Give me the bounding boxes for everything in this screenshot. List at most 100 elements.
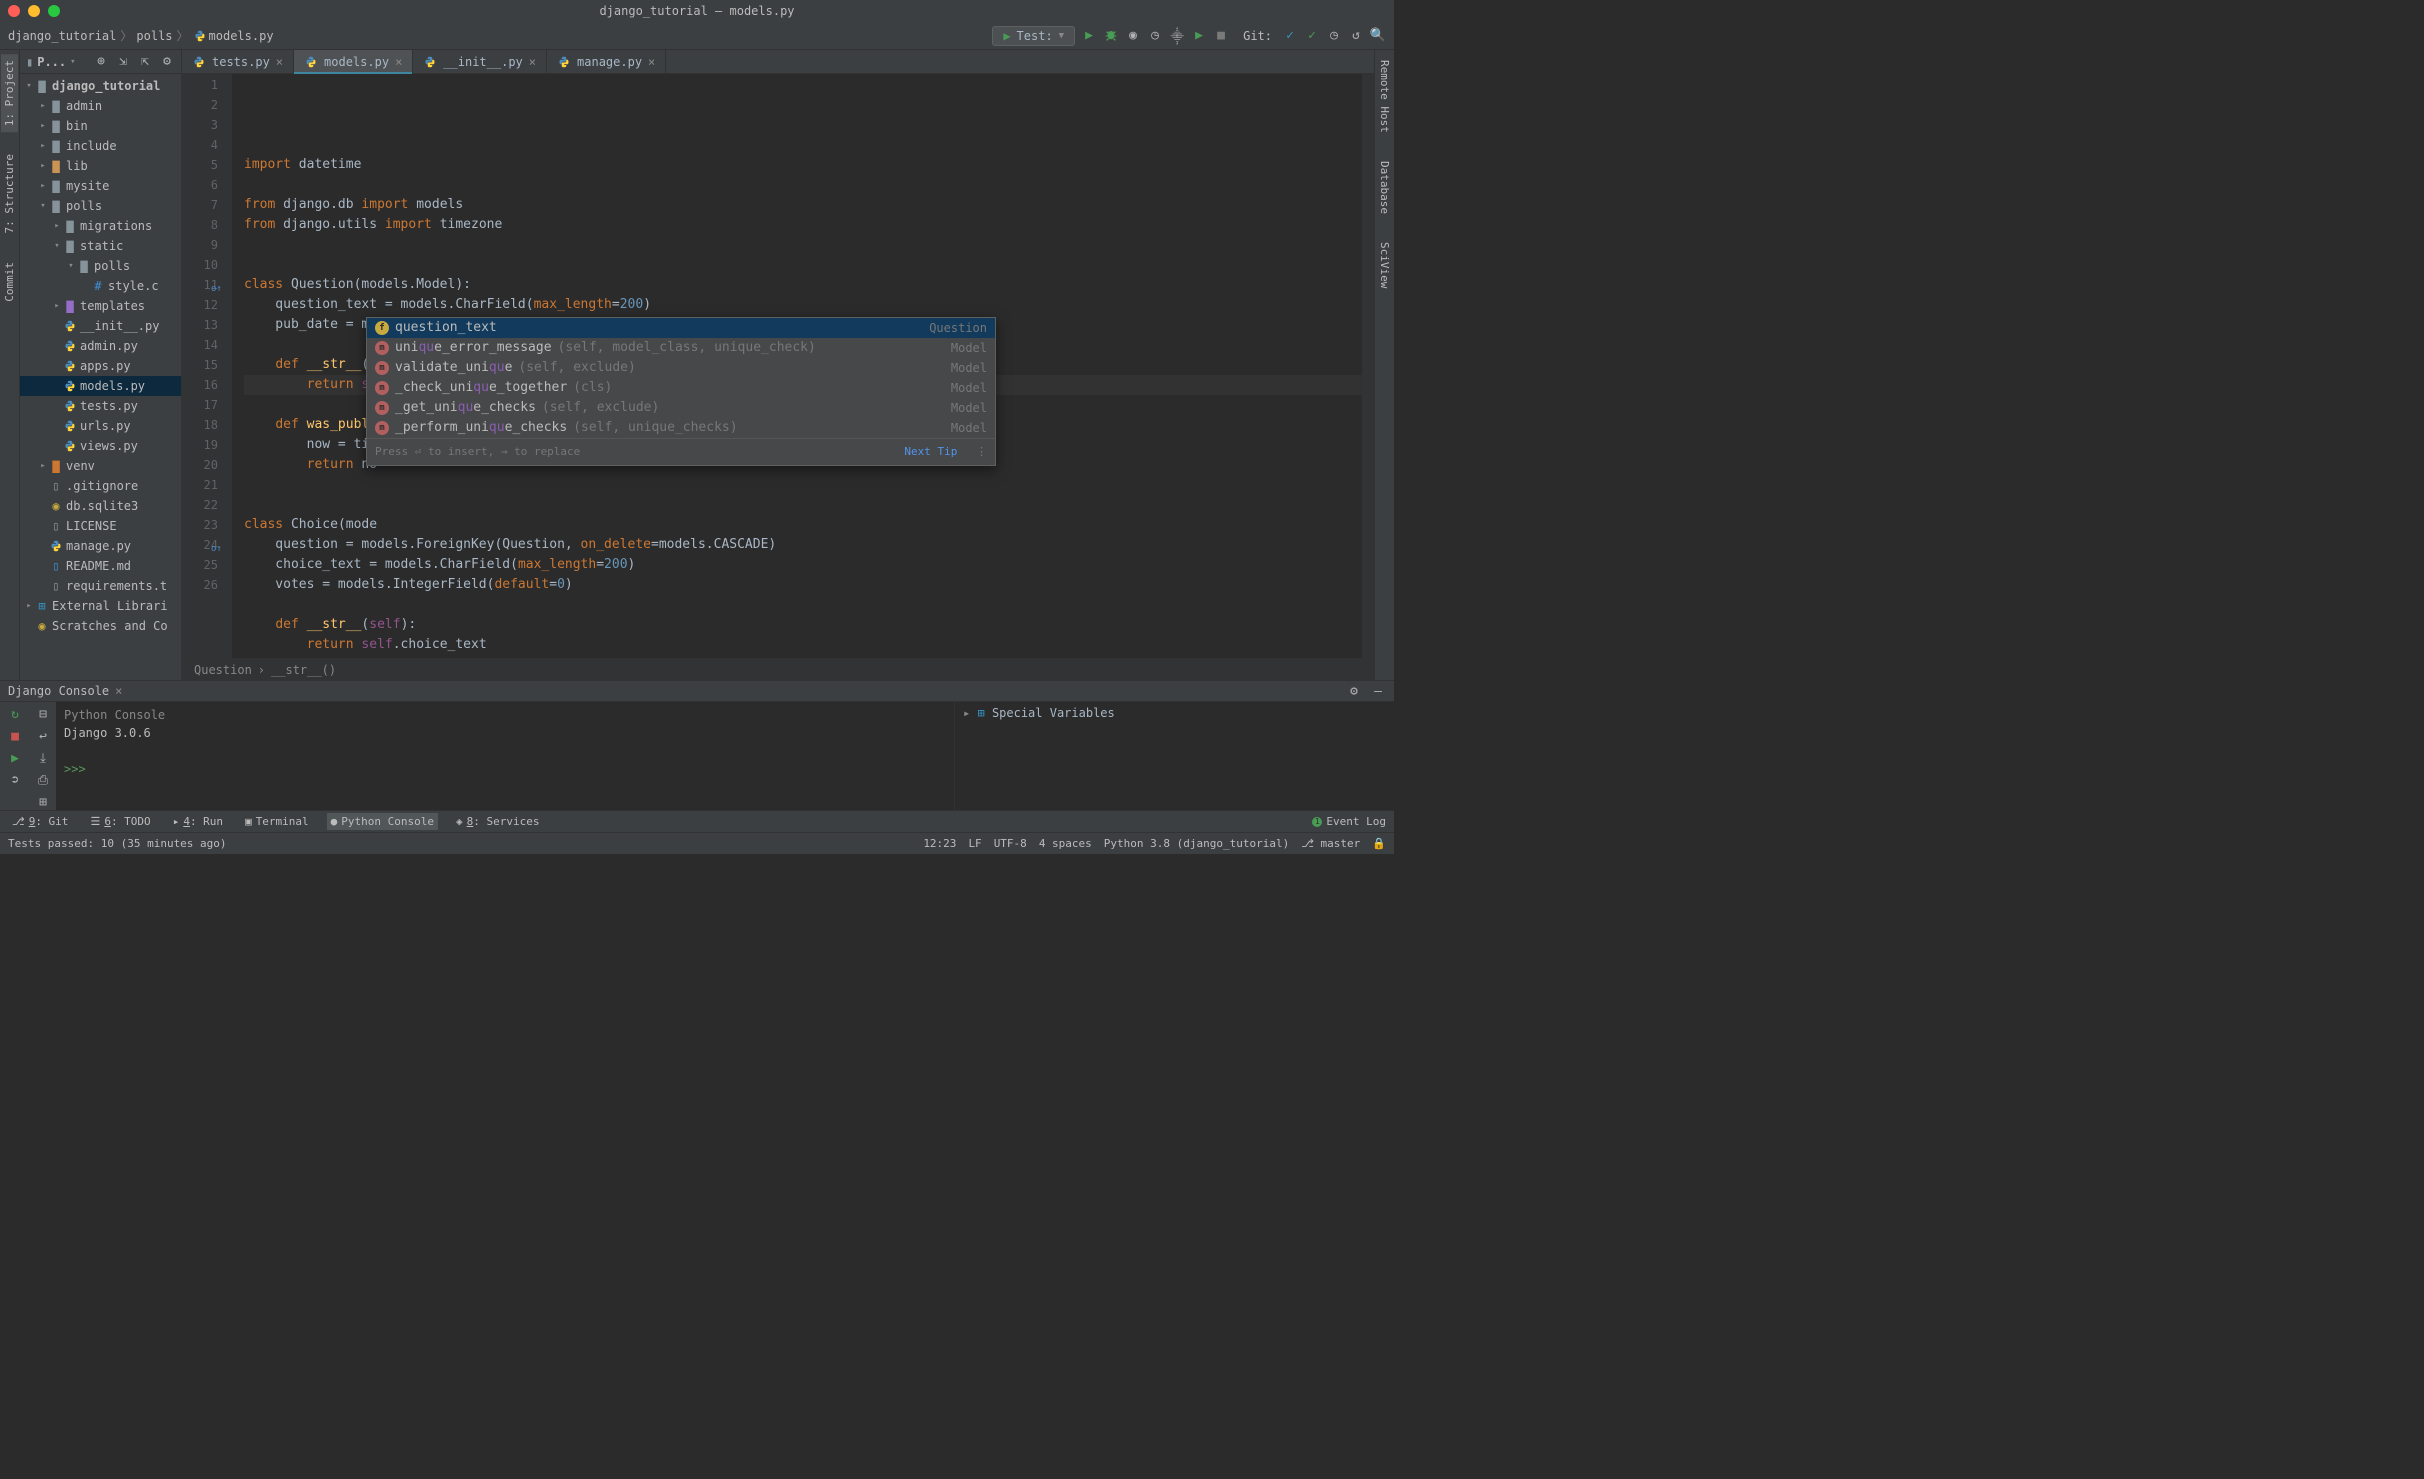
settings-gear-icon[interactable]: ⚙ xyxy=(159,54,175,70)
target-icon[interactable]: ⊕ xyxy=(93,54,109,70)
nav-breadcrumbs[interactable]: django_tutorial 〉 polls 〉 models.py xyxy=(8,27,274,44)
tree-node[interactable]: ◉Scratches and Co xyxy=(20,616,181,636)
caret-position[interactable]: 12:23 xyxy=(923,837,956,850)
indent-setting[interactable]: 4 spaces xyxy=(1039,837,1092,850)
completion-item[interactable]: mvalidate_unique(self, exclude)Model xyxy=(367,358,995,378)
lock-icon[interactable]: 🔒 xyxy=(1372,837,1386,850)
tree-node[interactable]: admin.py xyxy=(20,336,181,356)
stop-console-button[interactable]: ■ xyxy=(7,728,23,744)
tree-node[interactable]: ▯.gitignore xyxy=(20,476,181,496)
tree-node[interactable]: ▸⊞External Librari xyxy=(20,596,181,616)
editor-breadcrumb-method[interactable]: __str__() xyxy=(271,663,336,677)
search-everywhere-button[interactable]: 🔍 xyxy=(1370,28,1386,44)
breadcrumb-folder[interactable]: polls xyxy=(136,29,172,43)
tree-node[interactable]: ▸▇bin xyxy=(20,116,181,136)
code-line[interactable]: class Question(models.Model): xyxy=(244,275,1362,295)
code-line[interactable]: choice_text = models.CharField(max_lengt… xyxy=(244,555,1362,575)
gutter-line-number[interactable]: 10 xyxy=(182,255,218,275)
print-button[interactable]: ⎙ xyxy=(35,772,51,788)
chevron-right-icon[interactable]: ▸ xyxy=(38,161,48,171)
vcs-commit-button[interactable]: ✓ xyxy=(1304,28,1320,44)
console-tab-label[interactable]: Django Console xyxy=(8,684,109,698)
tree-node[interactable]: ▾▇polls xyxy=(20,256,181,276)
gutter-line-number[interactable]: 24o↑ xyxy=(182,535,218,555)
console-variables-pane[interactable]: ▸ ⊞ Special Variables xyxy=(954,702,1394,810)
chevron-right-icon[interactable]: ▸ xyxy=(38,121,48,131)
tree-node[interactable]: ▯requirements.t xyxy=(20,576,181,596)
show-vars-button[interactable]: ⊞ xyxy=(35,794,51,810)
gutter-line-number[interactable]: 6 xyxy=(182,175,218,195)
gutter-line-number[interactable]: 26 xyxy=(182,575,218,595)
completion-item[interactable]: fquestion_textQuestion xyxy=(367,318,995,338)
bottom-tool-tab[interactable]: ●Python Console xyxy=(327,813,438,830)
structure-tool-tab[interactable]: 7: Structure xyxy=(1,148,18,239)
concurrency-button[interactable]: ⸎ xyxy=(1169,28,1185,44)
code-line[interactable]: return self.choice_text xyxy=(244,635,1362,655)
code-line[interactable]: from django.db import models xyxy=(244,195,1362,215)
editor-scrollbar[interactable] xyxy=(1362,74,1374,658)
editor-tab[interactable]: __init__.py× xyxy=(413,50,547,73)
gutter-line-number[interactable]: 19 xyxy=(182,435,218,455)
database-tool-tab[interactable]: Database xyxy=(1376,155,1393,220)
completion-item[interactable]: m_get_unique_checks(self, exclude)Model xyxy=(367,398,995,418)
line-separator[interactable]: LF xyxy=(968,837,981,850)
run-button[interactable]: ▶ xyxy=(1081,28,1097,44)
chevron-right-icon[interactable]: ▸ xyxy=(38,141,48,151)
code-editor[interactable]: 1234567891011o↑1213141516171819202122232… xyxy=(182,74,1374,658)
bottom-tool-tab[interactable]: ☰6: TODO xyxy=(86,813,154,830)
gutter-line-number[interactable]: 12 xyxy=(182,295,218,315)
tree-node[interactable]: ▸▇lib xyxy=(20,156,181,176)
code-line[interactable] xyxy=(244,255,1362,275)
expand-icon[interactable]: ⇲ xyxy=(115,54,131,70)
vcs-history-button[interactable]: ◷ xyxy=(1326,28,1342,44)
special-variables-label[interactable]: Special Variables xyxy=(992,706,1115,720)
debug-button[interactable] xyxy=(1103,28,1119,44)
hide-panel-icon[interactable]: — xyxy=(1370,683,1386,699)
breadcrumb-root[interactable]: django_tutorial xyxy=(8,29,116,43)
code-line[interactable]: votes = models.IntegerField(default=0) xyxy=(244,575,1362,595)
chevron-down-icon[interactable]: ▾ xyxy=(52,241,62,251)
chevron-right-icon[interactable]: ▸ xyxy=(38,181,48,191)
new-console-button[interactable]: ⊟ xyxy=(35,706,51,722)
next-tip-link[interactable]: Next Tip xyxy=(904,445,957,458)
override-icon[interactable]: o↑ xyxy=(211,279,221,289)
minimize-window-button[interactable] xyxy=(28,5,40,17)
tree-node[interactable]: ▸▇migrations xyxy=(20,216,181,236)
gutter-line-number[interactable]: 14 xyxy=(182,335,218,355)
gutter-line-number[interactable]: 9 xyxy=(182,235,218,255)
more-icon[interactable]: ⋮ xyxy=(976,445,987,458)
maximize-window-button[interactable] xyxy=(48,5,60,17)
code-line[interactable]: def __str__(self): xyxy=(244,615,1362,635)
chevron-down-icon[interactable]: ▾ xyxy=(66,261,76,271)
editor-code-area[interactable]: import datetime from django.db import mod… xyxy=(232,74,1362,658)
tree-node[interactable]: __init__.py xyxy=(20,316,181,336)
editor-tab[interactable]: manage.py× xyxy=(547,50,666,73)
code-line[interactable]: import datetime xyxy=(244,155,1362,175)
close-icon[interactable]: × xyxy=(276,55,283,69)
code-line[interactable] xyxy=(244,475,1362,495)
tree-node[interactable]: ▸▇mysite xyxy=(20,176,181,196)
close-icon[interactable]: × xyxy=(115,684,122,698)
tree-node[interactable]: tests.py xyxy=(20,396,181,416)
project-tool-tab[interactable]: 1: Project xyxy=(1,54,18,132)
settings-gear-icon[interactable]: ⚙ xyxy=(1346,683,1362,699)
completion-item[interactable]: m_perform_unique_checks(self, unique_che… xyxy=(367,418,995,438)
tree-node[interactable]: urls.py xyxy=(20,416,181,436)
chevron-right-icon[interactable]: ▸ xyxy=(24,601,34,611)
completion-item[interactable]: m_check_unique_together(cls)Model xyxy=(367,378,995,398)
close-icon[interactable]: × xyxy=(395,55,402,69)
gutter-line-number[interactable]: 2 xyxy=(182,95,218,115)
tree-node[interactable]: #style.c xyxy=(20,276,181,296)
tree-node[interactable]: views.py xyxy=(20,436,181,456)
chevron-down-icon[interactable]: ▾ xyxy=(38,201,48,211)
chevron-down-icon[interactable]: ▾ xyxy=(24,81,34,91)
collapse-icon[interactable]: ⇱ xyxy=(137,54,153,70)
gutter-line-number[interactable]: 22 xyxy=(182,495,218,515)
tree-node[interactable]: ◉db.sqlite3 xyxy=(20,496,181,516)
soft-wrap-button[interactable]: ↩ xyxy=(35,728,51,744)
bottom-tool-tab[interactable]: ▸4: Run xyxy=(169,813,227,830)
tree-node[interactable]: ▸▇templates xyxy=(20,296,181,316)
bottom-tool-tab[interactable]: ◈8: Services xyxy=(452,813,543,830)
editor-tab[interactable]: tests.py× xyxy=(182,50,294,73)
event-log-button[interactable]: 1Event Log xyxy=(1312,815,1386,828)
